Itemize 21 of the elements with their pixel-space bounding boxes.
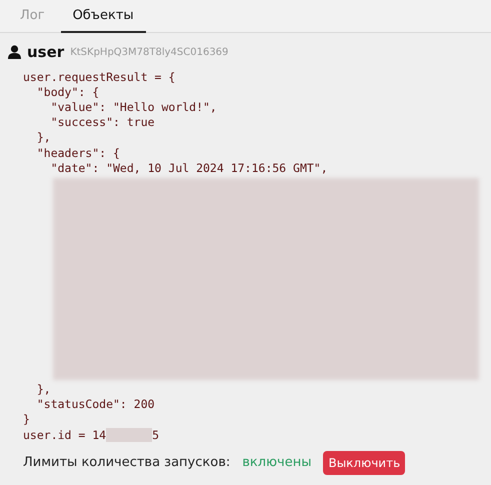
code-line: }	[23, 412, 30, 428]
code-line: "statusCode": 200	[36, 397, 155, 412]
code-line: "body": {	[36, 84, 100, 100]
code-line: user.requestResult = {	[23, 70, 176, 85]
limits-label: Лимиты количества запусков:	[23, 454, 230, 472]
code-text: user.id = 14	[23, 428, 106, 443]
code-line: "headers": {	[36, 146, 120, 161]
code-line: "success": true	[50, 115, 155, 130]
disable-button[interactable]: Выключить	[323, 450, 406, 475]
code-line: "value": "Hello world!",	[50, 100, 217, 116]
object-name: user	[27, 42, 64, 63]
object-id: KtSKpHpQ3M78T8ly4SC016369	[70, 46, 228, 60]
code-line: },	[36, 382, 51, 398]
redacted-block	[106, 428, 152, 442]
user-icon	[8, 45, 21, 60]
limits-status: включены	[242, 454, 312, 472]
tab[interactable]: Объекты	[60, 0, 146, 33]
code-line: "date": "Wed, 10 Jul 2024 17:16:56 GMT",	[50, 160, 328, 176]
code-line: },	[36, 130, 51, 146]
code-text: 5	[152, 428, 160, 443]
tab[interactable]: Лог	[8, 0, 57, 33]
